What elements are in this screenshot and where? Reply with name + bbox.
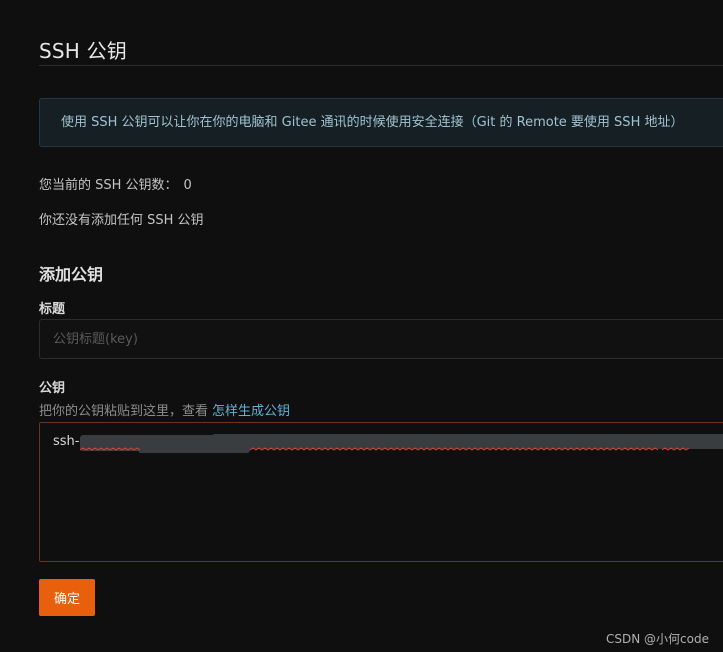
key-count-label: 您当前的 SSH 公钥数： <box>39 178 178 193</box>
info-alert-text: 使用 SSH 公钥可以让你在你的电脑和 Gitee 通讯的时候使用安全连接（Gi… <box>61 115 684 130</box>
title-field-label: 标题 <box>39 302 66 317</box>
key-hint-text: 把你的公钥粘贴到这里，查看 <box>39 404 209 419</box>
spellcheck-underline <box>80 447 690 451</box>
key-title-input[interactable] <box>39 319 723 359</box>
public-key-textarea[interactable]: ssh-e <box>39 422 723 562</box>
key-count-value: 0 <box>183 178 192 193</box>
how-to-generate-key-link[interactable]: 怎样生成公钥 <box>212 404 290 419</box>
key-hint: 把你的公钥粘贴到这里，查看 怎样生成公钥 <box>39 400 290 419</box>
page-title: SSH 公钥 <box>39 39 127 63</box>
key-field-label: 公钥 <box>39 381 66 396</box>
confirm-button[interactable]: 确定 <box>39 579 95 616</box>
empty-keys-message: 你还没有添加任何 SSH 公钥 <box>39 213 204 228</box>
title-divider <box>39 65 723 66</box>
key-count: 您当前的 SSH 公钥数： 0 <box>39 174 192 193</box>
watermark: CSDN @小何code <box>606 632 709 646</box>
add-key-heading: 添加公钥 <box>39 265 104 284</box>
info-alert: 使用 SSH 公钥可以让你在你的电脑和 Gitee 通讯的时候使用安全连接（Gi… <box>39 98 723 147</box>
